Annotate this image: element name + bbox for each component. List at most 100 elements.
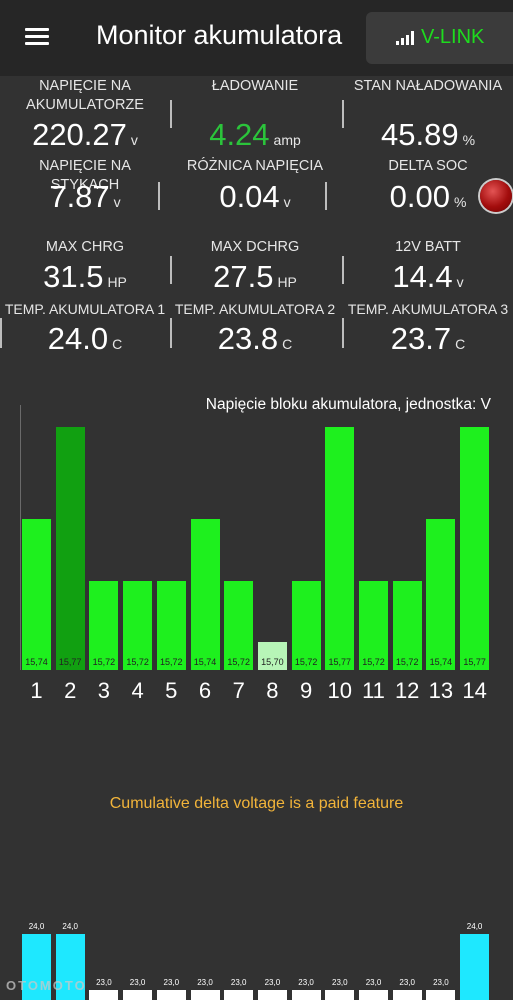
separator <box>342 318 344 348</box>
stat-unit: C <box>282 336 293 352</box>
voltage-bar-12: 15,72 <box>392 580 422 670</box>
bar-value-label: 15,77 <box>328 657 352 667</box>
voltage-bar-14: 15,77 <box>460 427 490 670</box>
stat-label: TEMP. AKUMULATORA 2 <box>174 301 336 317</box>
chart-title: Napięcie bloku akumulatora, jednostka: V <box>205 396 491 413</box>
record-button[interactable] <box>480 180 512 212</box>
temperature-bar-7: 23,0 <box>224 978 254 1000</box>
stat-battery-voltage: NAPIĘCIE NA AKUMULATORZE 220.27 v <box>0 77 170 152</box>
temperature-bar-10: 23,0 <box>325 978 355 1000</box>
menu-icon[interactable] <box>25 28 49 46</box>
temperature-bar-13: 23,0 <box>426 978 456 1000</box>
separator <box>342 256 344 284</box>
bar-value-label: 15,74 <box>429 656 453 667</box>
temperature-bar-9: 23,0 <box>291 978 321 1000</box>
bar-value-label: 23,0 <box>433 978 449 987</box>
x-axis-label: 12 <box>394 678 420 703</box>
x-axis-label: 2 <box>64 678 77 703</box>
x-axis-label: 7 <box>232 678 245 703</box>
page-title: Monitor akumulatora <box>96 20 343 50</box>
stat-label: NAPIĘCIE NA AKUMULATORZE <box>26 78 144 113</box>
bar-value-label: 15,72 <box>126 656 149 667</box>
signal-strength-icon <box>396 31 416 45</box>
separator <box>170 256 172 284</box>
stat-max-charge: MAX CHRG 31.5 HP <box>0 238 170 294</box>
voltage-bar-5: 15,72 <box>156 580 186 670</box>
separator <box>325 182 327 210</box>
bar-value-label: 15,72 <box>395 656 419 667</box>
stat-value: 220.27 <box>32 117 127 152</box>
bar-value-label: 15,72 <box>362 656 385 667</box>
stat-value: 31.5 <box>43 259 104 294</box>
temperature-bar-14: 24,0 <box>460 922 490 1000</box>
bar-value-label: 24,0 <box>28 922 45 931</box>
voltage-bar-11: 15,72 <box>359 580 388 670</box>
stat-state-of-charge: STAN NAŁADOWANIA 45.89% <box>343 77 513 152</box>
stat-value: 27.5 <box>213 259 274 294</box>
temperature-bar-12: 23,0 <box>392 978 422 1000</box>
bar-value-label: 15,70 <box>261 657 284 667</box>
paid-feature-notice[interactable]: Cumulative delta voltage is a paid featu… <box>0 795 513 813</box>
stat-label: TEMP. AKUMULATORA 1 <box>4 301 166 317</box>
voltage-bar-7: 15,72 <box>224 580 254 670</box>
separator <box>170 100 172 128</box>
x-axis-label: 5 <box>165 678 178 703</box>
voltage-bar-6: 15,74 <box>190 519 220 670</box>
voltage-bar-2: 15,77 <box>55 427 85 670</box>
stat-charging: ŁADOWANIE 4.24 amp <box>170 77 340 152</box>
voltage-bar-8: 15,70 <box>257 642 287 670</box>
bar-value-label: 23,0 <box>264 978 281 987</box>
bar-value-label: 23,0 <box>332 978 348 987</box>
bar-value-label: 24,0 <box>466 922 483 931</box>
stat-value: 23.7 <box>390 321 452 356</box>
stat-temp-1: TEMP. AKUMULATORA 1 24.0 C <box>0 300 170 356</box>
app-bar: Monitor akumulatora V-LINK <box>0 0 513 76</box>
stat-value: 4.24 <box>209 117 270 152</box>
temperature-bar-5: 23,0 <box>156 978 186 1000</box>
x-axis-label: 14 <box>462 678 487 703</box>
bar-value-label: 23,0 <box>399 978 415 987</box>
stat-unit: amp <box>273 132 301 148</box>
separator <box>0 318 2 348</box>
stat-label: DELTA SOC <box>388 158 468 174</box>
stat-max-discharge: MAX DCHRG 27.5 HP <box>170 238 340 294</box>
x-axis-label: 6 <box>198 678 212 703</box>
bar-value-label: 23,0 <box>197 978 213 987</box>
bar-value-label: 23,0 <box>129 978 146 987</box>
temperature-bar-6: 23,0 <box>190 978 220 1000</box>
stat-unit: HP <box>277 274 297 290</box>
stat-temp-3: TEMP. AKUMULATORA 3 23.7 C <box>343 300 513 356</box>
voltage-bar-4: 15,72 <box>123 580 153 670</box>
x-axis-label: 13 <box>428 678 454 703</box>
watermark: OTOMOTO <box>6 978 87 993</box>
x-axis-label: 1 <box>30 678 43 703</box>
separator <box>170 318 172 348</box>
stat-unit: HP <box>107 274 127 290</box>
x-axis-label: 3 <box>97 678 111 703</box>
stat-temp-2: TEMP. AKUMULATORA 2 23.8 C <box>170 300 340 356</box>
stat-value: 24.0 <box>47 321 109 356</box>
stat-label: 12V BATT <box>395 239 461 255</box>
temperature-bar-4: 23,0 <box>123 978 153 1000</box>
stat-12v-battery: 12V BATT 14.4 v <box>343 238 513 294</box>
stat-label: MAX DCHRG <box>210 239 300 255</box>
stat-label: STAN NAŁADOWANIA <box>353 78 503 94</box>
voltage-bar-13: 15,74 <box>426 519 456 670</box>
temperature-bar-3: 23,0 <box>89 978 119 1000</box>
stat-unit: C <box>455 336 466 352</box>
bar-value-label: 24,0 <box>62 922 78 931</box>
stat-value: 45.89 <box>380 117 459 152</box>
stat-label: MAX CHRG <box>45 239 125 255</box>
bar-value-label: 15,72 <box>227 656 250 667</box>
bar-value-label: 15,77 <box>463 657 486 667</box>
stat-contact-voltage: NAPIĘCIE NA STYKACH 7.87 v <box>0 157 170 214</box>
chart-axis <box>20 405 21 670</box>
vlink-connection-button[interactable]: V-LINK <box>366 12 513 64</box>
stat-voltage-difference: RÓŻNICA NAPIĘCIA 0.04 v <box>170 157 340 214</box>
stat-unit: v <box>283 194 291 210</box>
separator <box>342 100 344 128</box>
voltage-bar-1: 15,74 <box>22 519 51 670</box>
bar-value-label: 15,72 <box>160 656 183 667</box>
temperature-bar-11: 23,0 <box>359 978 388 1000</box>
bar-value-label: 15,72 <box>92 656 116 667</box>
